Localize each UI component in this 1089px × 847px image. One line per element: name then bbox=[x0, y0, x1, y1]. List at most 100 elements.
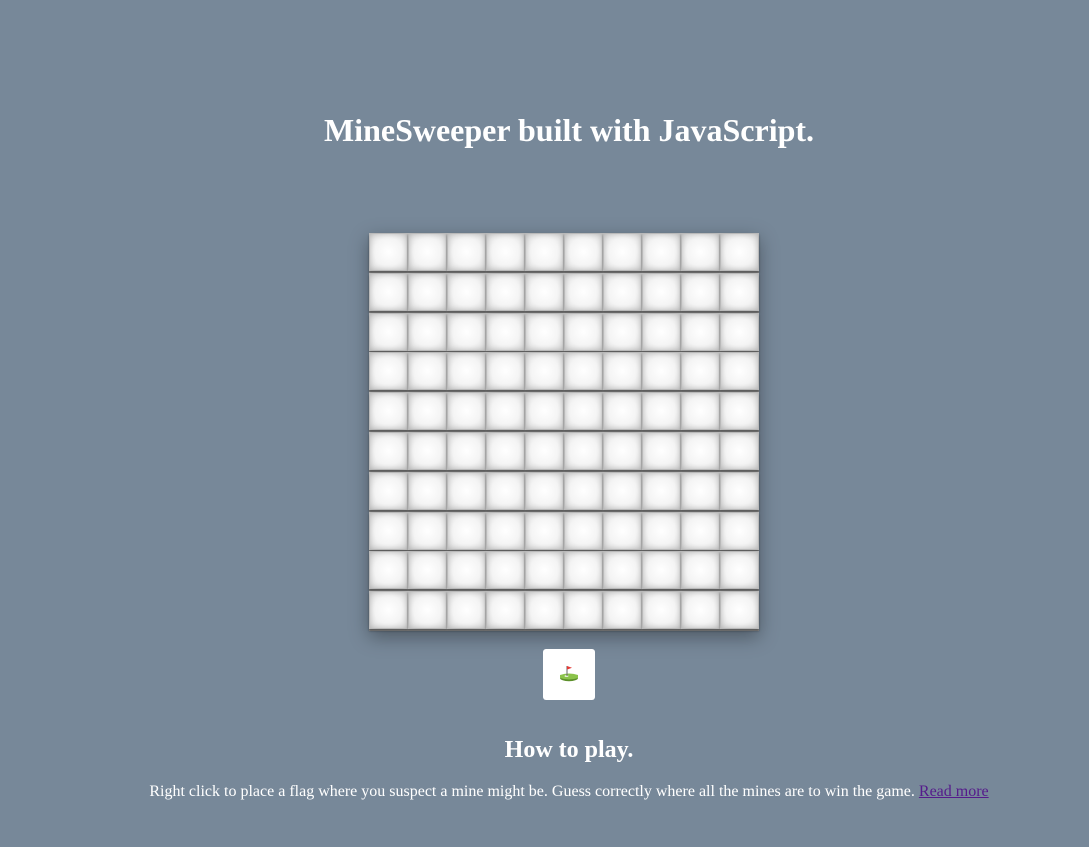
board-cell[interactable] bbox=[486, 591, 525, 630]
board-cell[interactable] bbox=[525, 272, 564, 311]
board-cell[interactable] bbox=[408, 431, 447, 470]
board-cell[interactable] bbox=[525, 551, 564, 590]
board-cell[interactable] bbox=[525, 431, 564, 470]
board-cell[interactable] bbox=[681, 511, 720, 550]
flag-mode-button[interactable] bbox=[543, 649, 595, 700]
board-cell[interactable] bbox=[564, 431, 603, 470]
board-cell[interactable] bbox=[486, 272, 525, 311]
board-cell[interactable] bbox=[681, 312, 720, 351]
board-cell[interactable] bbox=[564, 233, 603, 271]
board-cell[interactable] bbox=[408, 551, 447, 590]
board-cell[interactable] bbox=[603, 591, 642, 630]
board-cell[interactable] bbox=[603, 431, 642, 470]
board-cell[interactable] bbox=[603, 272, 642, 311]
board-cell[interactable] bbox=[603, 392, 642, 431]
board-cell[interactable] bbox=[564, 591, 603, 630]
board-cell[interactable] bbox=[408, 511, 447, 550]
board-cell[interactable] bbox=[486, 471, 525, 510]
board-cell[interactable] bbox=[525, 352, 564, 391]
board-cell[interactable] bbox=[369, 431, 408, 470]
board-cell[interactable] bbox=[603, 312, 642, 351]
board-cell[interactable] bbox=[720, 233, 759, 271]
board-cell[interactable] bbox=[681, 233, 720, 271]
board-cell[interactable] bbox=[681, 392, 720, 431]
board-cell[interactable] bbox=[447, 591, 486, 630]
board-cell[interactable] bbox=[408, 352, 447, 391]
board-cell[interactable] bbox=[447, 272, 486, 311]
board-cell[interactable] bbox=[681, 591, 720, 630]
board-cell[interactable] bbox=[681, 272, 720, 311]
board-cell[interactable] bbox=[447, 431, 486, 470]
board-cell[interactable] bbox=[642, 233, 681, 271]
board-cell[interactable] bbox=[720, 431, 759, 470]
board-cell[interactable] bbox=[525, 392, 564, 431]
board-cell[interactable] bbox=[408, 392, 447, 431]
board-cell[interactable] bbox=[720, 471, 759, 510]
board-cell[interactable] bbox=[681, 551, 720, 590]
board-cell[interactable] bbox=[564, 471, 603, 510]
board-cell[interactable] bbox=[603, 233, 642, 271]
board-cell[interactable] bbox=[720, 312, 759, 351]
board-cell[interactable] bbox=[525, 591, 564, 630]
board-cell[interactable] bbox=[564, 511, 603, 550]
board-cell[interactable] bbox=[408, 312, 447, 351]
board-cell[interactable] bbox=[720, 511, 759, 550]
board-cell[interactable] bbox=[486, 551, 525, 590]
board-cell[interactable] bbox=[369, 272, 408, 311]
board-cell[interactable] bbox=[486, 392, 525, 431]
board-cell[interactable] bbox=[603, 551, 642, 590]
board-cell[interactable] bbox=[447, 312, 486, 351]
board-cell[interactable] bbox=[720, 272, 759, 311]
board-cell[interactable] bbox=[447, 511, 486, 550]
board-cell[interactable] bbox=[642, 431, 681, 470]
board-cell[interactable] bbox=[486, 511, 525, 550]
board-cell[interactable] bbox=[369, 591, 408, 630]
board-cell[interactable] bbox=[369, 233, 408, 271]
board-cell[interactable] bbox=[525, 312, 564, 351]
board-cell[interactable] bbox=[642, 471, 681, 510]
board-cell[interactable] bbox=[564, 392, 603, 431]
board-cell[interactable] bbox=[408, 591, 447, 630]
board-cell[interactable] bbox=[720, 591, 759, 630]
board-cell[interactable] bbox=[447, 233, 486, 271]
board-cell[interactable] bbox=[642, 352, 681, 391]
board-cell[interactable] bbox=[681, 431, 720, 470]
board-cell[interactable] bbox=[642, 312, 681, 351]
board-cell[interactable] bbox=[525, 471, 564, 510]
board-cell[interactable] bbox=[447, 471, 486, 510]
board-cell[interactable] bbox=[369, 511, 408, 550]
board-cell[interactable] bbox=[525, 511, 564, 550]
board-cell[interactable] bbox=[408, 272, 447, 311]
board-cell[interactable] bbox=[603, 471, 642, 510]
board-cell[interactable] bbox=[720, 551, 759, 590]
board-cell[interactable] bbox=[564, 551, 603, 590]
read-more-link[interactable]: Read more bbox=[919, 783, 989, 800]
board-cell[interactable] bbox=[486, 431, 525, 470]
board-cell[interactable] bbox=[486, 312, 525, 351]
board-cell[interactable] bbox=[408, 233, 447, 271]
board-cell[interactable] bbox=[642, 272, 681, 311]
board-cell[interactable] bbox=[720, 352, 759, 391]
board-cell[interactable] bbox=[681, 352, 720, 391]
board-cell[interactable] bbox=[564, 312, 603, 351]
board-cell[interactable] bbox=[642, 392, 681, 431]
board-cell[interactable] bbox=[369, 392, 408, 431]
board-cell[interactable] bbox=[525, 233, 564, 271]
board-cell[interactable] bbox=[408, 471, 447, 510]
board-cell[interactable] bbox=[486, 233, 525, 271]
board-cell[interactable] bbox=[642, 511, 681, 550]
board-cell[interactable] bbox=[681, 471, 720, 510]
board-cell[interactable] bbox=[369, 471, 408, 510]
board-cell[interactable] bbox=[720, 392, 759, 431]
board-cell[interactable] bbox=[603, 352, 642, 391]
board-cell[interactable] bbox=[447, 352, 486, 391]
board-cell[interactable] bbox=[369, 312, 408, 351]
board-cell[interactable] bbox=[447, 551, 486, 590]
board-cell[interactable] bbox=[603, 511, 642, 550]
board-cell[interactable] bbox=[447, 392, 486, 431]
board-cell[interactable] bbox=[564, 352, 603, 391]
board-cell[interactable] bbox=[369, 551, 408, 590]
board-cell[interactable] bbox=[486, 352, 525, 391]
board-cell[interactable] bbox=[369, 352, 408, 391]
board-cell[interactable] bbox=[642, 591, 681, 630]
